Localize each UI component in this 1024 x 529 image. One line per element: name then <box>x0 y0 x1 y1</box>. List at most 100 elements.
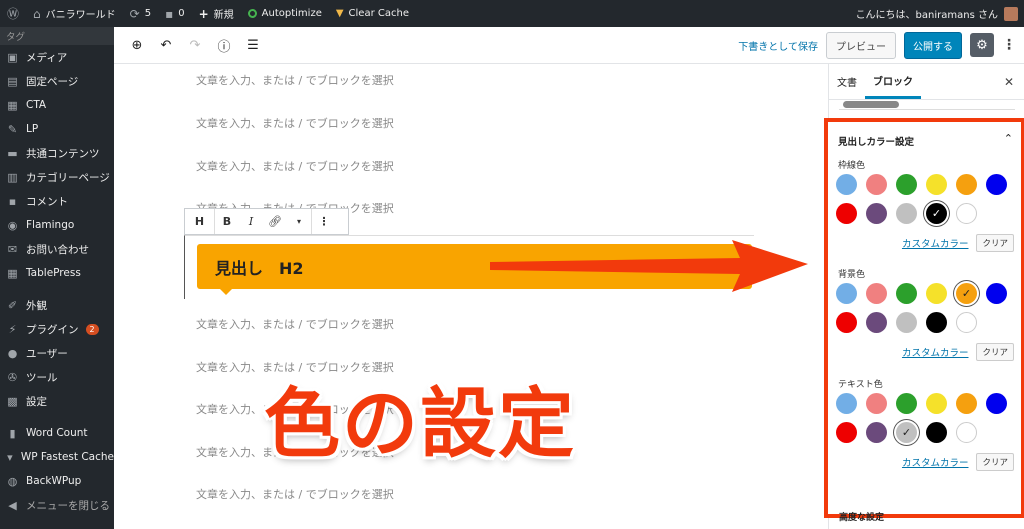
menu-item-flamingo[interactable]: ◉ Flamingo <box>0 213 114 237</box>
admin-menu: タグ ▣ メディア ▤ 固定ページ ▦ CTA ✎ LP ▬ 共通コンテンツ ▥ カテゴリーページ ▪ コ… <box>0 27 114 529</box>
color-swatch[interactable] <box>896 393 917 414</box>
block-more-button[interactable]: ⋮ <box>312 215 336 228</box>
clear-button[interactable]: クリア <box>976 453 1014 471</box>
menu-item-collapse[interactable]: ◀ メニューを閉じる <box>0 493 114 517</box>
site-name-menu[interactable]: ⌂ バニラワールド <box>26 0 123 27</box>
color-swatch[interactable] <box>836 174 857 195</box>
wp-logo-menu[interactable]: Ⓦ <box>0 0 26 27</box>
menu-item-category[interactable]: ▥ カテゴリーページ <box>0 165 114 189</box>
comments-menu[interactable]: ▪ 0 <box>158 0 192 27</box>
menu-item-tool[interactable]: ✇ ツール <box>0 365 114 389</box>
paragraph-placeholder[interactable]: 文章を入力、または / でブロックを選択 <box>196 316 394 332</box>
color-swatch[interactable] <box>896 283 917 304</box>
paragraph-placeholder[interactable]: 文章を入力、または / でブロックを選択 <box>196 158 394 174</box>
color-swatch[interactable] <box>836 203 857 224</box>
more-formats-button[interactable]: ▾ <box>287 217 311 226</box>
menu-item-lp[interactable]: ✎ LP <box>0 117 114 141</box>
menu-item-comment[interactable]: ▪ コメント <box>0 189 114 213</box>
color-swatch[interactable]: ✓ <box>956 283 977 304</box>
menu-item-cta[interactable]: ▦ CTA <box>0 93 114 117</box>
gear-icon: ⚙ <box>976 37 988 53</box>
color-swatch[interactable] <box>836 283 857 304</box>
color-swatch[interactable] <box>866 203 887 224</box>
color-swatch[interactable] <box>926 393 947 414</box>
outline-button[interactable]: ☰ <box>240 32 266 58</box>
menu-item-wordcount[interactable]: ▮ Word Count <box>0 421 114 445</box>
menu-item-folder[interactable]: ▬ 共通コンテンツ <box>0 141 114 165</box>
color-swatch[interactable] <box>866 312 887 333</box>
advanced-section-title[interactable]: 高度な設定 <box>839 510 884 523</box>
color-swatch[interactable] <box>926 174 947 195</box>
color-swatch[interactable] <box>836 422 857 443</box>
new-content-menu[interactable]: + 新規 <box>192 0 241 27</box>
account-menu[interactable]: こんにちは、baniramans さん <box>849 0 1024 27</box>
color-swatch[interactable] <box>866 393 887 414</box>
autoptimize-menu[interactable]: Autoptimize <box>241 0 329 27</box>
color-swatch[interactable] <box>866 422 887 443</box>
info-button[interactable]: ⓘ <box>211 32 237 58</box>
custom-color-link[interactable]: カスタムカラー <box>902 236 969 250</box>
color-swatch[interactable] <box>986 393 1007 414</box>
color-swatch[interactable] <box>866 174 887 195</box>
menu-item-user[interactable]: ● ユーザー <box>0 341 114 365</box>
color-swatch[interactable] <box>926 283 947 304</box>
menu-item-tag[interactable]: タグ <box>0 27 114 45</box>
undo-button[interactable]: ↶ <box>153 32 179 58</box>
menu-item-media[interactable]: ▣ メディア <box>0 45 114 69</box>
updates-menu[interactable]: ⟳ 5 <box>123 0 158 27</box>
menu-item-cache[interactable]: ▾ WP Fastest Cache <box>0 445 114 469</box>
menu-item-backup[interactable]: ◍ BackWPup <box>0 469 114 493</box>
clear-cache-menu[interactable]: ▼ Clear Cache <box>329 0 416 27</box>
color-swatch[interactable] <box>986 283 1007 304</box>
menu-item-page[interactable]: ▤ 固定ページ <box>0 69 114 93</box>
bold-button[interactable]: B <box>215 215 239 228</box>
caret-down-icon: ▾ <box>296 217 301 226</box>
menu-item-mail[interactable]: ✉ お問い合わせ <box>0 237 114 261</box>
color-swatch[interactable] <box>956 312 977 333</box>
menu-item-table[interactable]: ▦ TablePress <box>0 261 114 285</box>
horizontal-scrollbar[interactable] <box>843 101 899 108</box>
color-swatch[interactable] <box>956 422 977 443</box>
plus-icon: + <box>198 6 209 21</box>
custom-color-link[interactable]: カスタムカラー <box>902 345 969 359</box>
paragraph-placeholder[interactable]: 文章を入力、または / でブロックを選択 <box>196 486 394 502</box>
color-swatch[interactable] <box>956 174 977 195</box>
settings-button[interactable]: ⚙ <box>970 33 994 57</box>
clear-button[interactable]: クリア <box>976 234 1014 252</box>
color-swatch[interactable] <box>926 422 947 443</box>
color-swatch[interactable] <box>986 174 1007 195</box>
close-sidebar-button[interactable]: ✕ <box>1004 75 1024 89</box>
color-swatch[interactable] <box>896 312 917 333</box>
custom-color-link[interactable]: カスタムカラー <box>902 455 969 469</box>
color-swatch[interactable] <box>896 174 917 195</box>
editor-toolbar: ⊕ ↶ ↷ ⓘ ☰ 下書きとして保存 プレビュー 公開する ⚙ ⋮ <box>114 27 1024 64</box>
clear-button[interactable]: クリア <box>976 343 1014 361</box>
paragraph-placeholder[interactable]: 文章を入力、または / でブロックを選択 <box>196 72 394 88</box>
menu-item-settings[interactable]: ▩ 設定 <box>0 389 114 413</box>
more-menu-button[interactable]: ⋮ <box>1002 37 1016 53</box>
redo-button[interactable]: ↷ <box>182 32 208 58</box>
italic-button[interactable]: I <box>239 215 263 228</box>
publish-button[interactable]: 公開する <box>904 31 962 59</box>
chevron-up-icon[interactable]: ⌃ <box>1004 132 1013 145</box>
color-swatch[interactable] <box>866 283 887 304</box>
color-swatch[interactable]: ✓ <box>926 203 947 224</box>
color-swatch[interactable] <box>956 393 977 414</box>
color-swatch[interactable] <box>836 312 857 333</box>
paragraph-placeholder[interactable]: 文章を入力、または / でブロックを選択 <box>196 115 394 131</box>
tab-document[interactable]: 文書 <box>829 64 865 99</box>
add-block-button[interactable]: ⊕ <box>124 32 150 58</box>
link-button[interactable]: 🔗︎ <box>263 215 287 228</box>
color-swatch[interactable] <box>896 203 917 224</box>
menu-item-plugin[interactable]: ⚡ プラグイン 2 <box>0 317 114 341</box>
plugin-icon: ⚡ <box>8 322 17 336</box>
color-swatch[interactable]: ✓ <box>896 422 917 443</box>
color-swatch[interactable] <box>956 203 977 224</box>
tab-block[interactable]: ブロック <box>865 64 921 99</box>
save-draft-button[interactable]: 下書きとして保存 <box>738 38 818 53</box>
menu-item-brush[interactable]: ✐ 外観 <box>0 293 114 317</box>
color-swatch[interactable] <box>926 312 947 333</box>
heading-level-button[interactable]: H <box>185 209 215 234</box>
color-swatch[interactable] <box>836 393 857 414</box>
preview-button[interactable]: プレビュー <box>826 31 896 59</box>
